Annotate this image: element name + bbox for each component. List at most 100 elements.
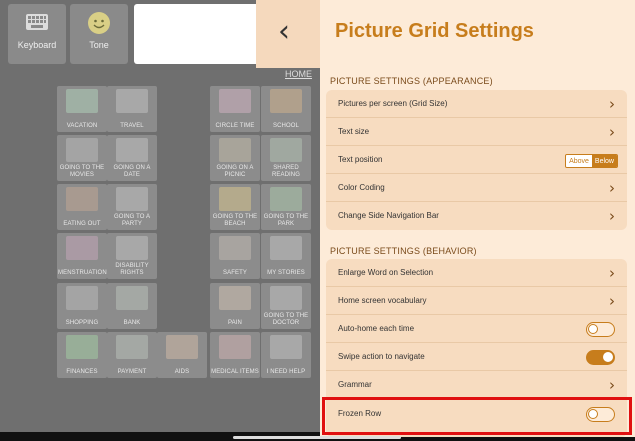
tile-picture [219, 89, 251, 113]
picture-tile[interactable]: I NEED HELP [261, 332, 311, 378]
settings-panel: Picture Grid Settings PICTURE SETTINGS (… [320, 0, 635, 437]
picture-tile[interactable]: FINANCES [57, 332, 107, 378]
tile-picture [66, 335, 98, 359]
picture-tile[interactable]: GOING TO THE MOVIES [57, 135, 107, 181]
picture-tile[interactable]: DISABILITY RIGHTS [107, 233, 157, 279]
picture-tile[interactable]: CIRCLE TIME [210, 86, 260, 132]
tile-picture [116, 335, 148, 359]
keyboard-label: Keyboard [17, 40, 57, 50]
appearance-card: Pictures per screen (Grid Size) › Text s… [326, 90, 627, 230]
row-label: Pictures per screen (Grid Size) [338, 99, 448, 108]
tile-picture [116, 89, 148, 113]
home-screen-vocabulary-row[interactable]: Home screen vocabulary › [326, 287, 627, 315]
picture-tile[interactable]: SHOPPING [57, 283, 107, 329]
picture-tile[interactable]: SHARED READING [261, 135, 311, 181]
home-indicator [233, 436, 401, 439]
back-button[interactable]: ‹ [256, 0, 320, 68]
picture-tile[interactable]: GOING TO THE BEACH [210, 184, 260, 230]
chevron-right-icon: › [609, 264, 615, 282]
tile-label: SHOPPING [65, 320, 99, 326]
picture-board: Keyboard Tone ‹ HOME VACATION TRAVEL CIRCL… [0, 0, 320, 432]
tile-picture [66, 187, 98, 211]
picture-tile[interactable]: GOING ON A DATE [107, 135, 157, 181]
tile-label: GOING TO A PARTY [113, 214, 151, 227]
picture-tile[interactable]: PAIN [210, 283, 260, 329]
picture-tile[interactable]: GOING TO THE PARK [261, 184, 311, 230]
highlight-box [322, 397, 632, 435]
tile-label: I NEED HELP [266, 369, 306, 375]
picture-tile[interactable]: PAYMENT [107, 332, 157, 378]
tile-label: SAFETY [223, 270, 247, 276]
tile-label: MY STORIES [267, 270, 305, 276]
row-label: Enlarge Word on Selection [338, 268, 434, 277]
tile-picture [270, 138, 302, 162]
keyboard-button[interactable]: Keyboard [8, 4, 66, 64]
chevron-right-icon: › [609, 179, 615, 197]
tile-label: GOING ON A DATE [113, 165, 151, 178]
row-label: Grammar [338, 380, 372, 389]
tile-picture [219, 138, 251, 162]
picture-tile[interactable]: MEDICAL ITEMS [210, 332, 260, 378]
row-label: Text size [338, 127, 370, 136]
picture-tile[interactable]: BANK [107, 283, 157, 329]
behavior-section-header: PICTURE SETTINGS (BEHAVIOR) [330, 246, 477, 256]
tile-label: PAYMENT [117, 369, 147, 375]
tile-picture [116, 286, 148, 310]
tile-picture [66, 286, 98, 310]
picture-tile[interactable]: EATING OUT [57, 184, 107, 230]
tone-button[interactable]: Tone [70, 4, 128, 64]
appearance-section-header: PICTURE SETTINGS (APPEARANCE) [330, 76, 493, 86]
swipe-navigate-toggle[interactable] [586, 350, 615, 365]
tile-label: DISABILITY RIGHTS [115, 263, 149, 276]
auto-home-toggle[interactable] [586, 322, 615, 337]
tile-label: SCHOOL [273, 123, 299, 129]
tile-picture [270, 286, 302, 310]
picture-tile[interactable]: SCHOOL [261, 86, 311, 132]
picture-tile[interactable]: AIDS [157, 332, 207, 378]
swipe-navigate-row: Swipe action to navigate [326, 343, 627, 371]
tile-picture [270, 335, 302, 359]
chevron-right-icon: › [609, 292, 615, 310]
picture-tile[interactable]: GOING TO THE DOCTOR [261, 283, 311, 329]
color-coding-row[interactable]: Color Coding › [326, 174, 627, 202]
chevron-right-icon: › [609, 207, 615, 225]
smiley-icon [88, 12, 110, 34]
picture-tile[interactable]: MENSTRUATION [57, 233, 107, 279]
toggle-knob [588, 324, 598, 334]
grid-size-row[interactable]: Pictures per screen (Grid Size) › [326, 90, 627, 118]
picture-tile[interactable]: TRAVEL [107, 86, 157, 132]
tile-label: GOING ON A PICNIC [216, 165, 254, 178]
tile-label: MENSTRUATION [58, 270, 107, 276]
text-position-above-option[interactable]: Above [566, 155, 592, 167]
tone-label: Tone [89, 40, 109, 50]
picture-tile[interactable]: VACATION [57, 86, 107, 132]
text-size-row[interactable]: Text size › [326, 118, 627, 146]
tile-picture [66, 138, 98, 162]
tile-picture [219, 335, 251, 359]
tile-picture [166, 335, 198, 359]
auto-home-row: Auto-home each time [326, 315, 627, 343]
tile-picture [116, 187, 148, 211]
side-nav-bar-row[interactable]: Change Side Navigation Bar › [326, 202, 627, 230]
tile-label: GOING TO THE DOCTOR [263, 313, 309, 326]
tile-picture [219, 286, 251, 310]
picture-tile[interactable]: GOING TO A PARTY [107, 184, 157, 230]
tile-label: FINANCES [66, 369, 98, 375]
home-link[interactable]: HOME [285, 69, 312, 79]
row-label: Auto-home each time [338, 324, 415, 333]
text-position-below-option[interactable]: Below [591, 155, 617, 167]
picture-tile[interactable]: GOING ON A PICNIC [210, 135, 260, 181]
keyboard-icon [26, 14, 48, 30]
tile-picture [270, 187, 302, 211]
picture-tile[interactable]: SAFETY [210, 233, 260, 279]
tile-label: PAIN [228, 320, 242, 326]
tile-label: SHARED READING [271, 165, 301, 178]
picture-tile[interactable]: MY STORIES [261, 233, 311, 279]
message-bar[interactable] [134, 4, 260, 64]
tile-label: AIDS [174, 369, 190, 375]
tile-label: GOING TO THE MOVIES [59, 165, 105, 178]
enlarge-word-row[interactable]: Enlarge Word on Selection › [326, 259, 627, 287]
grammar-row[interactable]: Grammar › [326, 371, 627, 399]
tile-label: CIRCLE TIME [215, 123, 255, 129]
row-label: Color Coding [338, 183, 385, 192]
